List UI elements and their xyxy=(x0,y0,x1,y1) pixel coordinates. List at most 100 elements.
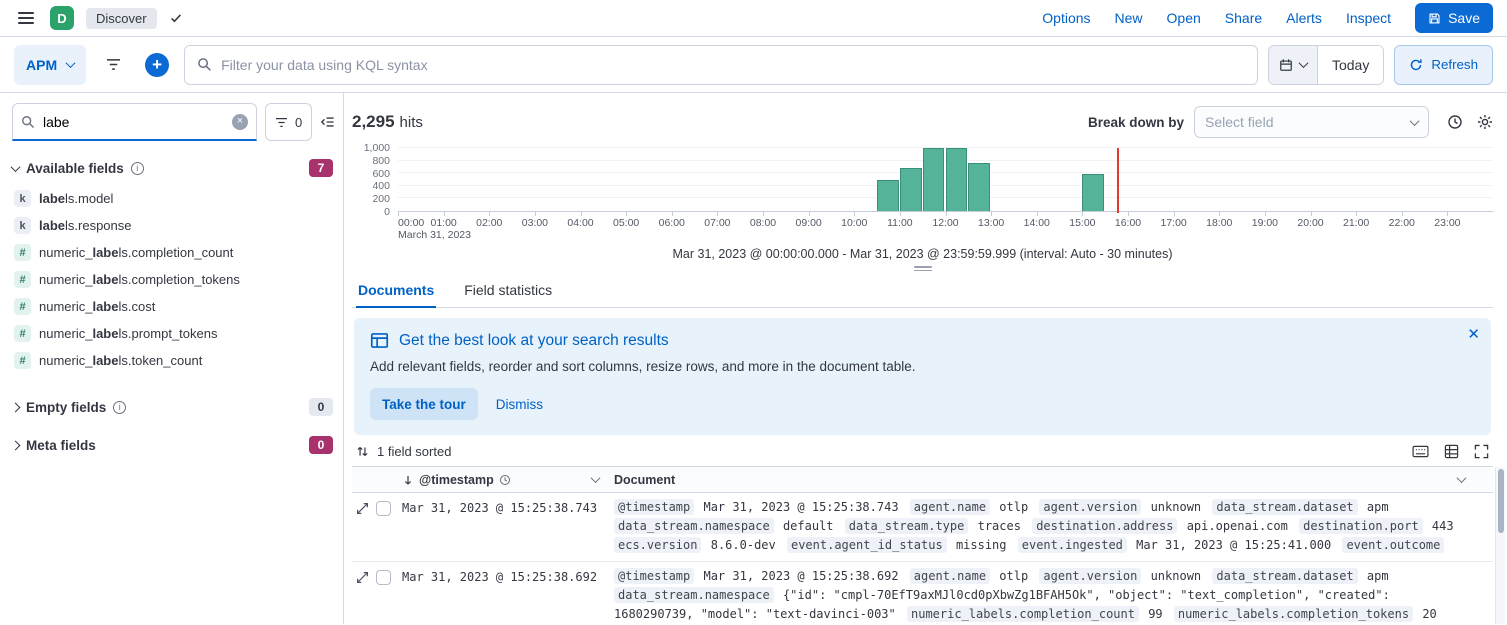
field-item[interactable]: #numeric_labels.completion_tokens xyxy=(12,266,333,293)
close-icon[interactable]: ✕ xyxy=(1467,327,1480,342)
save-button[interactable]: Save xyxy=(1415,3,1493,33)
available-fields-section[interactable]: Available fields i 7 xyxy=(12,159,333,177)
chevron-right-icon xyxy=(11,440,21,450)
table-tour-icon xyxy=(370,331,389,350)
row-controls xyxy=(352,567,402,585)
nav-options[interactable]: Options xyxy=(1042,10,1090,26)
kql-search-box xyxy=(184,45,1258,85)
clear-search-icon[interactable]: × xyxy=(232,114,248,130)
row-checkbox[interactable] xyxy=(376,570,391,585)
x-tickmark xyxy=(1128,212,1129,216)
field-search-input[interactable] xyxy=(43,114,224,130)
field-name: numeric_labels.completion_count xyxy=(39,245,233,260)
keyboard-icon[interactable] xyxy=(1412,445,1429,458)
x-tickmark xyxy=(1311,212,1312,216)
space-avatar[interactable]: D xyxy=(50,6,74,30)
histogram-bar[interactable] xyxy=(923,148,945,211)
gear-icon[interactable] xyxy=(1477,114,1493,130)
x-tick-label: 15:00 xyxy=(1069,217,1095,229)
histogram: 02004006008001,000 00:0001:0002:0003:000… xyxy=(352,148,1493,271)
doc-field-chip: agent.name xyxy=(910,568,990,584)
menu-icon[interactable] xyxy=(14,8,38,28)
doc-field-value: 99 xyxy=(1148,607,1162,621)
timestamp-cell: Mar 31, 2023 @ 15:25:38.692 xyxy=(402,567,614,584)
doc-field-chip: data_stream.dataset xyxy=(1212,568,1357,584)
result-tabs: Documents Field statistics xyxy=(352,275,1493,308)
saved-query-icon[interactable] xyxy=(96,45,130,85)
nav-open[interactable]: Open xyxy=(1167,10,1201,26)
doc-field-value: 443 xyxy=(1432,519,1454,533)
doc-field-chip: agent.version xyxy=(1039,568,1141,584)
calendar-button[interactable] xyxy=(1269,46,1318,84)
x-tickmark xyxy=(398,212,399,216)
y-tick-label: 800 xyxy=(372,155,390,167)
empty-fields-section[interactable]: Empty fields i 0 xyxy=(12,398,333,416)
x-tickmark xyxy=(991,212,992,216)
data-view-picker[interactable]: APM xyxy=(14,45,86,85)
x-tick-label: 08:00 xyxy=(750,217,776,229)
nav-alerts[interactable]: Alerts xyxy=(1286,10,1322,26)
x-tickmark xyxy=(1082,212,1083,216)
kql-search-input[interactable] xyxy=(221,57,1245,73)
histogram-bar[interactable] xyxy=(877,180,899,212)
field-item[interactable]: # numeric_labels.token_count xyxy=(12,347,333,374)
sort-fields-icon[interactable] xyxy=(356,445,369,458)
scrollbar-thumb[interactable] xyxy=(1498,469,1504,533)
doc-field-value: 20 xyxy=(1422,607,1436,621)
histogram-bar[interactable] xyxy=(946,148,968,211)
field-name: numeric_labels.token_count xyxy=(39,353,202,368)
x-tick-label: 03:00 xyxy=(522,217,548,229)
x-tick-label: 01:00 xyxy=(430,217,456,229)
tab-field-statistics[interactable]: Field statistics xyxy=(462,275,554,307)
document-column-header[interactable]: Document xyxy=(614,473,1471,487)
refresh-icon xyxy=(1409,58,1423,72)
row-checkbox[interactable] xyxy=(376,501,391,516)
histogram-bar[interactable] xyxy=(968,163,990,211)
fullscreen-icon[interactable] xyxy=(1474,444,1489,459)
doc-field-value: traces xyxy=(978,519,1021,533)
doc-field-chip: numeric_labels.completion_count xyxy=(907,606,1139,622)
breadcrumb[interactable]: Discover xyxy=(86,8,157,29)
nav-share[interactable]: Share xyxy=(1225,10,1262,26)
doc-field-value: missing xyxy=(956,538,1007,552)
x-tick-label: 22:00 xyxy=(1389,217,1415,229)
tab-documents[interactable]: Documents xyxy=(356,275,436,308)
collapse-sidebar-icon[interactable] xyxy=(320,103,335,141)
field-sidebar: × 0 Available fields i 7 klabels.modelkl… xyxy=(0,93,344,624)
history-icon[interactable] xyxy=(1447,114,1463,130)
number-field-icon: # xyxy=(14,352,31,369)
x-tickmark xyxy=(1356,212,1357,216)
x-tick-label: 20:00 xyxy=(1297,217,1323,229)
refresh-button[interactable]: Refresh xyxy=(1394,45,1493,85)
x-tick-label: 10:00 xyxy=(841,217,867,229)
chart-resize-handle[interactable] xyxy=(910,266,936,271)
histogram-bar[interactable] xyxy=(900,168,922,211)
field-item[interactable]: #numeric_labels.prompt_tokens xyxy=(12,320,333,347)
field-item[interactable]: klabels.model xyxy=(12,185,333,212)
field-item[interactable]: #numeric_labels.cost xyxy=(12,293,333,320)
vertical-scrollbar[interactable] xyxy=(1495,467,1505,624)
date-quick-select[interactable]: Today xyxy=(1318,46,1383,84)
timestamp-column-header[interactable]: @timestamp xyxy=(402,473,614,487)
x-tickmark xyxy=(626,212,627,216)
expand-row-icon[interactable] xyxy=(356,571,369,584)
dismiss-button[interactable]: Dismiss xyxy=(496,397,543,412)
x-tick-label: 09:00 xyxy=(795,217,821,229)
expand-row-icon[interactable] xyxy=(356,502,369,515)
hits-count: 2,295 xyxy=(352,112,395,132)
display-options-icon[interactable] xyxy=(1444,444,1459,459)
field-filter-button[interactable]: 0 xyxy=(265,103,312,141)
nav-inspect[interactable]: Inspect xyxy=(1346,10,1391,26)
sorted-fields-label[interactable]: 1 field sorted xyxy=(377,444,451,459)
add-filter-button[interactable]: + xyxy=(140,45,174,85)
breakdown-select[interactable]: Select field xyxy=(1194,106,1429,138)
histogram-bar[interactable] xyxy=(1082,174,1104,211)
meta-fields-section[interactable]: Meta fields 0 xyxy=(12,436,333,454)
field-item[interactable]: klabels.response xyxy=(12,212,333,239)
doc-field-value: otlp xyxy=(999,569,1028,583)
callout-title: Get the best look at your search results xyxy=(399,332,669,350)
nav-new[interactable]: New xyxy=(1115,10,1143,26)
take-tour-button[interactable]: Take the tour xyxy=(370,388,478,420)
field-item[interactable]: #numeric_labels.completion_count xyxy=(12,239,333,266)
table-row: Mar 31, 2023 @ 15:25:38.743@timestamp Ma… xyxy=(352,493,1493,562)
